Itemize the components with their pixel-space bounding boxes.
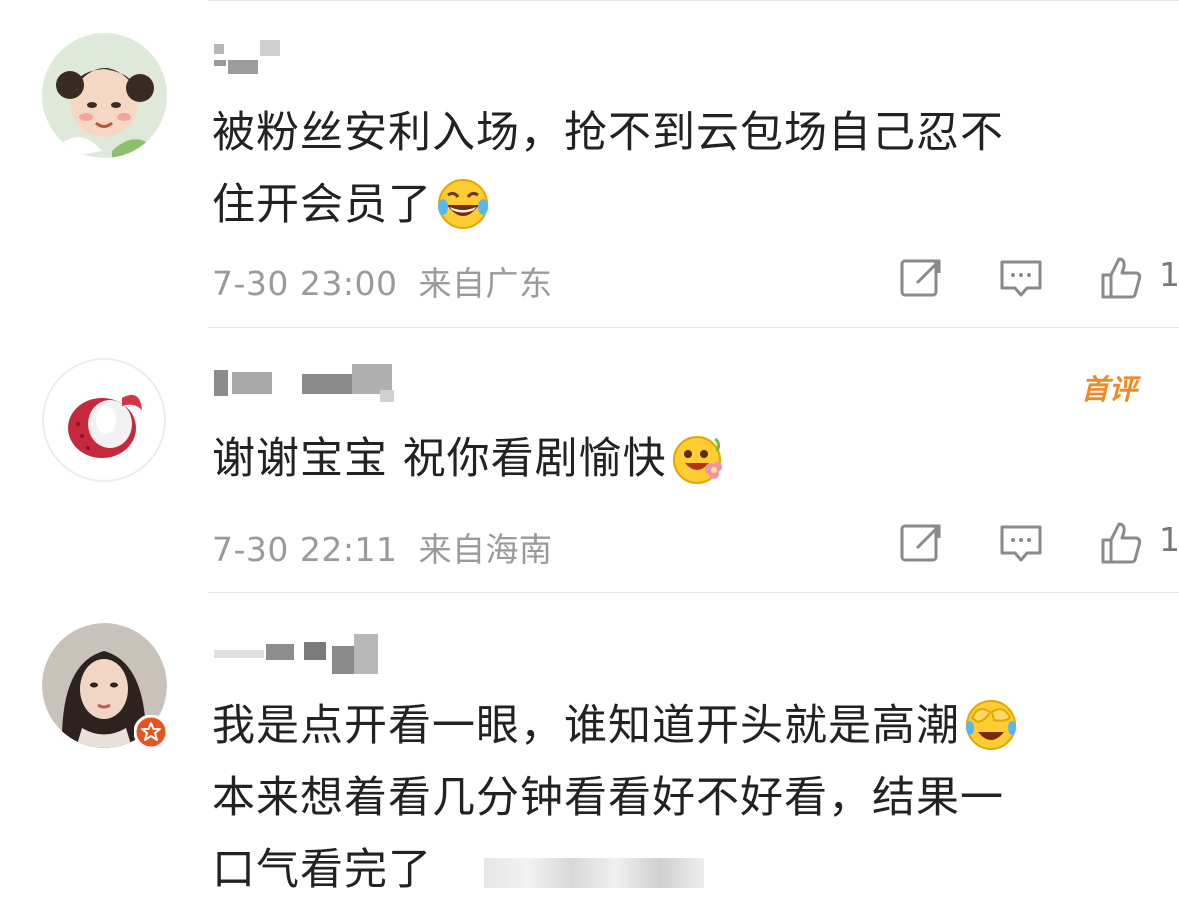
comment-text-line: 住开会员了 [212,180,432,230]
timestamp: 7-30 22:11 [212,530,398,569]
comment-text-line: 我是点开看一眼，谁知道开头就是高潮 [212,701,960,751]
timestamp: 7-30 23:00 [212,264,398,303]
username-blurred[interactable] [212,360,412,404]
comment-text: 我是点开看一眼，谁知道开头就是高潮 本来想着看几分钟看看好不好看，结果一 口气看… [212,690,1112,906]
like-count: 1 [1159,255,1179,294]
comment-text: 谢谢宝宝 祝你看剧愉快 [212,423,1112,495]
comment-icon[interactable] [999,520,1043,566]
avatar[interactable] [42,33,167,158]
verified-badge-icon [134,715,168,749]
comment-meta: 7-30 23:00 来自广东 [212,257,553,305]
username-blurred[interactable] [212,632,392,676]
lychee-avatar-icon [42,358,167,483]
comment-text-line: 口气看完了 [212,845,432,895]
location: 来自海南 [418,530,553,569]
flower-smile-emoji-icon [672,435,722,484]
share-icon[interactable] [899,255,943,301]
top-divider [208,0,1179,1]
comment-text-line: 被粉丝安利入场，抢不到云包场自己忍不 [212,108,1004,158]
comment-text-line: 本来想着看几分钟看看好不好看，结果一 [212,773,1004,823]
comment-actions: 1 [899,255,1179,301]
avatar[interactable] [42,623,168,749]
avatar[interactable] [42,358,167,483]
like-icon[interactable] [1099,255,1143,301]
location: 来自广东 [418,264,553,303]
cartoon-girl-avatar-icon [42,33,167,158]
comment-text: 被粉丝安利入场，抢不到云包场自己忍不 住开会员了 [212,97,1112,241]
share-icon[interactable] [899,520,943,566]
laugh-cry-emoji-icon [438,178,488,229]
first-comment-badge: 首评 [1080,373,1137,406]
divider [208,592,1179,593]
like-count: 1 [1159,520,1179,559]
divider [208,327,1179,328]
comment-icon[interactable] [999,255,1043,301]
comment-meta: 7-30 22:11 来自海南 [212,523,553,571]
blurred-text [484,858,704,888]
comment-actions: 1 [899,520,1179,566]
comment-text-line: 谢谢宝宝 祝你看剧愉快 [212,434,667,484]
facepalm-laugh-emoji-icon [966,699,1016,750]
like-icon[interactable] [1099,520,1143,566]
username-blurred[interactable] [212,38,292,82]
